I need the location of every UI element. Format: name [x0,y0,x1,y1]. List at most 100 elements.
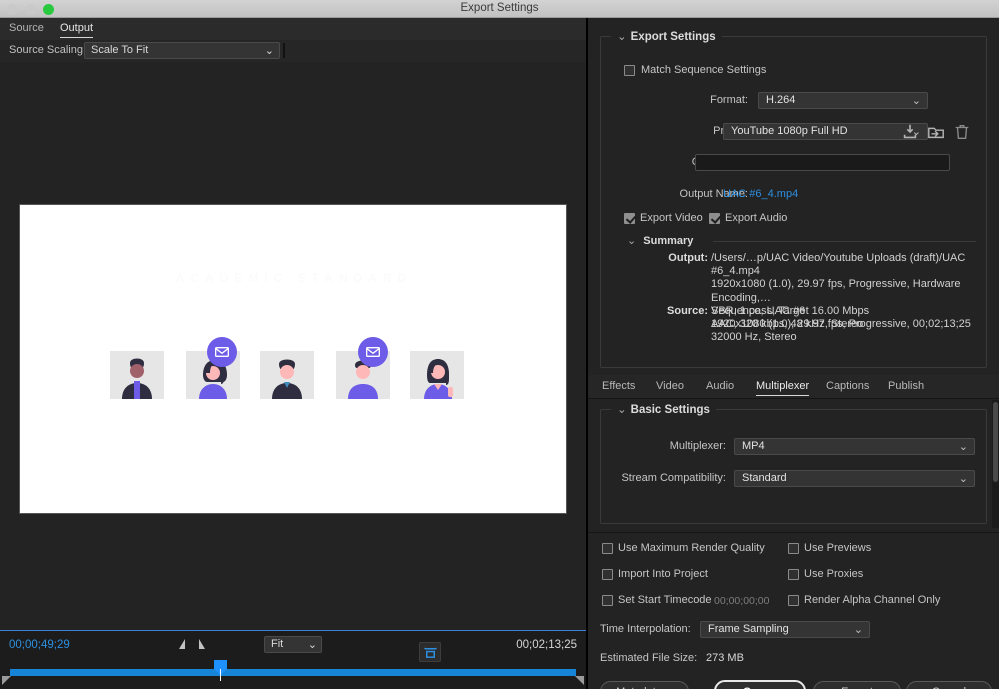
cancel-button[interactable]: Cancel [906,681,992,689]
summary-toggle[interactable]: ⌄ Summary [627,234,693,247]
output-name-value[interactable]: UAC #6_4.mp4 [723,188,798,200]
estimated-file-size-value: 273 MB [706,652,744,664]
mark-out-icon[interactable] [199,639,205,649]
format-label: Format: [710,94,748,106]
summary-source-label: Source: [667,305,708,317]
chevron-down-icon: ⌄ [958,473,968,485]
tab-output[interactable]: Output [60,22,94,38]
time-interpolation-value: Frame Sampling [708,623,789,635]
set-start-timecode-value[interactable]: 00;00;00;00 [714,595,769,607]
estimated-file-size-label: Estimated File Size: [600,652,698,664]
source-scaling-select[interactable]: Scale To Fit ⌄ [84,42,280,59]
range-end-handle[interactable] [575,676,584,685]
source-range-icon [423,647,437,658]
tab-video[interactable]: Video [656,380,684,395]
match-sequence-settings-label: Match Sequence Settings [641,64,767,76]
current-timecode[interactable]: 00;00;49;29 [9,639,70,651]
avatar-1 [110,351,164,399]
envelope-icon [366,347,380,357]
multiplexer-select[interactable]: MP4 ⌄ [734,438,975,455]
scrollbar-thumb[interactable] [993,402,998,482]
metadata-button[interactable]: Metadata… [600,681,689,689]
trash-icon [955,125,969,139]
preset-select[interactable]: YouTube 1080p Full HD ⌄ [723,123,928,140]
multiplexer-label: Multiplexer: [669,440,726,452]
tab-effects[interactable]: Effects [602,380,635,395]
summary-source-line-1: Sequence, UAC #6 [711,305,806,317]
format-value: H.264 [766,94,796,106]
comments-input[interactable] [695,154,950,171]
queue-button[interactable]: Queue [714,680,806,689]
duration-timecode: 00;02;13;25 [516,639,577,651]
import-into-project-checkbox[interactable] [602,569,613,580]
video-preview[interactable]: ACADEMIC STANDARD [19,204,567,514]
scrubber[interactable] [0,659,586,685]
playhead-line [220,669,221,681]
basic-settings-group-title[interactable]: ⌄ Basic Settings [611,402,716,416]
source-scaling-row: Source Scaling: Scale To Fit ⌄ [0,40,586,62]
save-preset-button[interactable] [901,123,921,143]
render-alpha-channel-only-checkbox[interactable] [788,595,799,606]
export-settings-group: ⌄ Export Settings Match Sequence Settings… [600,29,987,368]
stream-compatibility-label: Stream Compatibility: [621,472,726,484]
summary-label: Summary [643,235,694,247]
use-proxies-checkbox[interactable] [788,569,799,580]
format-select[interactable]: H.264 ⌄ [758,92,928,109]
match-sequence-settings-checkbox[interactable] [624,65,635,76]
chevron-down-icon: ⌄ [853,624,863,636]
export-options-pane: Use Maximum Render Quality Use Previews … [588,532,999,689]
import-preset-icon [928,127,944,139]
chevron-down-icon[interactable]: ⌄ [617,31,627,43]
zoom-level-value: Fit [271,638,284,650]
basic-settings-group: ⌄ Basic Settings Multiplexer: MP4 ⌄ Strea… [600,402,987,524]
export-settings-label: Export Settings [630,31,716,43]
avatar-5 [410,351,464,399]
tab-publish[interactable]: Publish [888,380,924,395]
mail-badge-1 [207,337,237,367]
summary-rule [713,241,976,242]
save-preset-icon [903,124,917,139]
use-maximum-render-quality-checkbox[interactable] [602,543,613,554]
export-audio-label: Export Audio [725,212,788,224]
zoom-level-select[interactable]: Fit ⌄ [264,636,322,653]
preview-watermark: ACADEMIC STANDARD [175,271,413,285]
export-settings-dialog: Export Settings Source Output Source Sca… [0,0,999,689]
tab-audio[interactable]: Audio [706,380,734,395]
summary-source-line-2: 1920x1080 (1.0), 29.97 fps, Progressive,… [711,318,971,331]
export-audio-checkbox[interactable] [709,213,720,224]
preset-value: YouTube 1080p Full HD [731,125,848,137]
export-settings-group-title[interactable]: ⌄ Export Settings [611,29,722,43]
basic-settings-label: Basic Settings [630,404,710,416]
render-alpha-channel-only-label: Render Alpha Channel Only [804,594,941,606]
settings-scrollbar[interactable] [992,400,999,528]
set-start-timecode-checkbox[interactable] [602,595,613,606]
tab-captions[interactable]: Captions [826,380,869,395]
settings-panel: ⌄ Export Settings Match Sequence Settings… [586,18,999,689]
source-scaling-label: Source Scaling: [9,44,87,56]
tab-source[interactable]: Source [9,22,44,37]
panel-divider [283,43,285,58]
summary-output-line-2: 1920x1080 (1.0), 29.97 fps, Progressive,… [711,278,961,304]
import-preset-button[interactable] [927,123,947,143]
use-proxies-label: Use Proxies [804,568,864,580]
fit-source-range-button[interactable] [419,642,441,662]
scrub-track[interactable] [10,669,576,676]
range-start-handle[interactable] [2,676,11,685]
chevron-down-icon: ⌄ [627,235,637,247]
export-video-checkbox[interactable] [624,213,635,224]
chevron-down-icon: ⌄ [958,441,968,453]
delete-preset-button[interactable] [953,123,973,143]
tab-multiplexer[interactable]: Multiplexer [756,380,810,396]
envelope-icon [215,347,229,357]
use-maximum-render-quality-label: Use Maximum Render Quality [618,542,765,554]
mail-badge-2 [358,337,388,367]
chevron-down-icon[interactable]: ⌄ [617,404,627,416]
stream-compatibility-select[interactable]: Standard ⌄ [734,470,975,487]
time-interpolation-select[interactable]: Frame Sampling ⌄ [700,621,870,638]
time-interpolation-label: Time Interpolation: [600,623,691,635]
use-previews-checkbox[interactable] [788,543,799,554]
mark-in-icon[interactable] [179,639,185,649]
avatar-3 [260,351,314,399]
chevron-down-icon: ⌄ [307,639,317,651]
export-button[interactable]: Export [813,681,901,689]
